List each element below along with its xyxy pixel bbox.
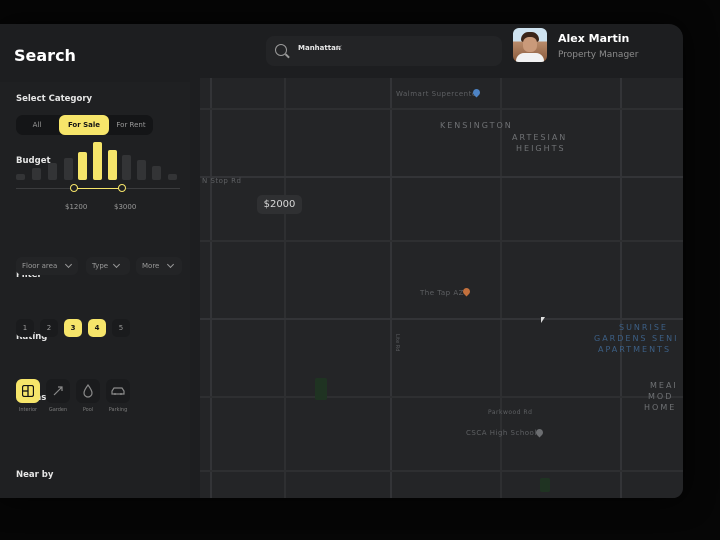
extra-parking-label: Parking bbox=[108, 407, 128, 413]
mouse-cursor-icon bbox=[541, 317, 545, 323]
page-title: Search bbox=[14, 46, 76, 65]
map-label-walmart: Walmart Supercenter bbox=[396, 90, 481, 98]
floor-area-label: Floor area bbox=[22, 262, 58, 270]
map-label-kensington: KENSINGTON bbox=[440, 121, 513, 130]
user-name: Alex Martin bbox=[558, 32, 630, 45]
map-label-the-tap: The Tap AZ bbox=[420, 289, 464, 297]
chevron-down-icon bbox=[112, 260, 121, 269]
map-view[interactable] bbox=[200, 78, 683, 498]
car-icon bbox=[111, 387, 125, 395]
more-dropdown[interactable]: More bbox=[136, 257, 182, 275]
chevron-down-icon bbox=[64, 260, 73, 269]
extra-interior-label: Interior bbox=[18, 407, 38, 413]
type-dropdown[interactable]: Type bbox=[86, 257, 130, 275]
category-for-sale-button[interactable]: For Sale bbox=[59, 115, 109, 135]
more-label: More bbox=[142, 262, 160, 270]
user-role: Property Manager bbox=[558, 50, 639, 60]
interior-icon bbox=[22, 385, 34, 397]
map-label-heights: HEIGHTS bbox=[516, 144, 566, 153]
map-label-school: CSCA High School bbox=[466, 429, 537, 437]
search-input[interactable]: Manhattan × bbox=[266, 36, 502, 66]
floor-area-dropdown[interactable]: Floor area bbox=[16, 257, 78, 275]
rating-3-button[interactable]: 3 bbox=[64, 319, 82, 337]
map-label-artesian: ARTESIAN bbox=[512, 133, 568, 142]
rating-2-button[interactable]: 2 bbox=[40, 319, 58, 337]
pool-icon bbox=[83, 384, 93, 398]
budget-max-label: $3000 bbox=[114, 203, 137, 211]
map-label-mead-3: HOME bbox=[644, 403, 677, 412]
nearby-heading: Near by bbox=[16, 470, 54, 480]
category-for-rent-button[interactable]: For Rent bbox=[110, 115, 152, 135]
search-chip-label: Manhattan bbox=[298, 44, 341, 52]
map-label-parkwood: Parkwood Rd bbox=[488, 409, 533, 416]
extra-garden-button[interactable] bbox=[46, 379, 70, 403]
budget-histogram bbox=[16, 140, 180, 180]
category-toggle: All For Sale For Rent bbox=[16, 115, 153, 135]
map-label-sunrise-1: SUNRISE bbox=[619, 323, 668, 332]
price-pin[interactable]: $2000 bbox=[257, 195, 302, 214]
extra-parking-button[interactable] bbox=[106, 379, 130, 403]
garden-icon bbox=[53, 386, 63, 396]
map-street-label: Lite Rd bbox=[394, 334, 400, 352]
extra-interior-button[interactable] bbox=[16, 379, 40, 403]
map-label-sunrise-2: GARDENS SENI bbox=[594, 334, 679, 343]
map-label-mead-1: MEAI bbox=[650, 381, 678, 390]
map-label-sunrise-3: APARTMENTS bbox=[598, 345, 672, 354]
category-heading: Select Category bbox=[16, 94, 93, 104]
extra-pool-label: Pool bbox=[82, 407, 94, 413]
map-label-street: N Stop Rd bbox=[202, 177, 242, 185]
search-icon bbox=[275, 44, 287, 56]
rating-1-button[interactable]: 1 bbox=[16, 319, 34, 337]
chip-close-icon[interactable]: × bbox=[336, 43, 343, 52]
app-window: Search Manhattan × Alex Martin Property … bbox=[0, 24, 683, 498]
chevron-down-icon bbox=[166, 260, 175, 269]
extra-pool-button[interactable] bbox=[76, 379, 100, 403]
budget-max-handle[interactable] bbox=[118, 184, 126, 192]
category-all-button[interactable]: All bbox=[16, 115, 58, 135]
budget-min-handle[interactable] bbox=[70, 184, 78, 192]
rating-5-button[interactable]: 5 bbox=[112, 319, 130, 337]
avatar[interactable] bbox=[513, 28, 547, 62]
map-label-mead-2: MOD bbox=[648, 392, 674, 401]
budget-range-selection bbox=[74, 188, 122, 189]
extra-garden-label: Garden bbox=[48, 407, 68, 413]
type-label: Type bbox=[92, 262, 109, 270]
budget-min-label: $1200 bbox=[65, 203, 88, 211]
rating-4-button[interactable]: 4 bbox=[88, 319, 106, 337]
